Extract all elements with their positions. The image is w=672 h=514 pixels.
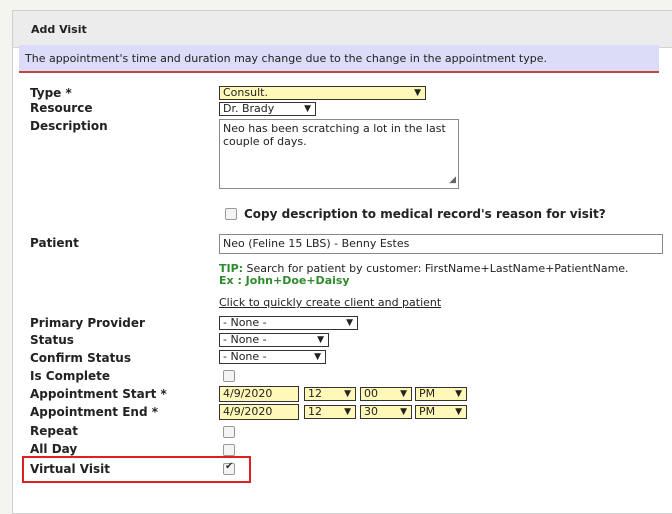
chevron-down-icon: ▼ <box>344 389 351 399</box>
start-minute-value: 00 <box>364 387 378 400</box>
chevron-down-icon: ▼ <box>344 407 351 417</box>
start-ampm-select[interactable]: PM ▼ <box>415 387 467 401</box>
panel-title: Add Visit <box>31 23 87 36</box>
confirm-status-select[interactable]: - None - ▼ <box>219 350 326 364</box>
end-date-value: 4/9/2020 <box>223 405 273 418</box>
description-text: Neo has been scratching a lot in the las… <box>223 122 446 148</box>
type-label: Type * <box>30 86 72 100</box>
notice-text: The appointment's time and duration may … <box>25 52 547 65</box>
resource-select[interactable]: Dr. Brady ▼ <box>219 102 316 116</box>
appointment-type-notice: The appointment's time and duration may … <box>19 45 659 73</box>
start-ampm-value: PM <box>419 387 436 400</box>
copy-description-label: Copy description to medical record's rea… <box>244 207 606 221</box>
end-hour-value: 12 <box>308 405 322 418</box>
primary-provider-value: - None - <box>223 316 267 329</box>
start-hour-select[interactable]: 12 ▼ <box>304 387 356 401</box>
appointment-end-label: Appointment End * <box>30 405 158 419</box>
chevron-down-icon: ▼ <box>346 318 353 328</box>
chevron-down-icon: ▼ <box>400 407 407 417</box>
end-date-input[interactable]: 4/9/2020 <box>219 404 299 420</box>
primary-provider-label: Primary Provider <box>30 316 145 330</box>
patient-value: Neo (Feline 15 LBS) - Benny Estes <box>223 237 410 250</box>
patient-input[interactable]: Neo (Feline 15 LBS) - Benny Estes <box>219 234 663 254</box>
appointment-start-label: Appointment Start * <box>30 387 167 401</box>
is-complete-label: Is Complete <box>30 369 111 383</box>
patient-label: Patient <box>30 236 79 250</box>
start-hour-value: 12 <box>308 387 322 400</box>
confirm-status-value: - None - <box>223 350 267 363</box>
type-value: Consult. <box>223 86 268 99</box>
tip-example: Ex : John+Doe+Daisy <box>219 274 350 287</box>
type-select[interactable]: Consult. ▼ <box>219 86 426 100</box>
is-complete-checkbox[interactable] <box>223 370 235 382</box>
create-client-patient-link[interactable]: Click to quickly create client and patie… <box>219 296 441 309</box>
chevron-down-icon: ▼ <box>455 407 462 417</box>
end-minute-value: 30 <box>364 405 378 418</box>
chevron-down-icon: ▼ <box>317 335 324 345</box>
start-date-input[interactable]: 4/9/2020 <box>219 386 299 402</box>
confirm-status-label: Confirm Status <box>30 351 131 365</box>
status-value: - None - <box>223 333 267 346</box>
start-minute-select[interactable]: 00 ▼ <box>360 387 412 401</box>
end-hour-select[interactable]: 12 ▼ <box>304 405 356 419</box>
status-select[interactable]: - None - ▼ <box>219 333 329 347</box>
chevron-down-icon: ▼ <box>400 389 407 399</box>
all-day-label: All Day <box>30 442 78 456</box>
virtual-visit-checkbox[interactable] <box>223 461 235 475</box>
status-label: Status <box>30 333 74 347</box>
end-ampm-value: PM <box>419 405 436 418</box>
end-ampm-select[interactable]: PM ▼ <box>415 405 467 419</box>
chevron-down-icon: ▼ <box>414 88 421 98</box>
virtual-visit-label: Virtual Visit <box>30 462 110 476</box>
all-day-checkbox[interactable] <box>223 444 235 456</box>
panel-header: Add Visit <box>13 11 672 48</box>
description-textarea[interactable]: Neo has been scratching a lot in the las… <box>219 119 459 189</box>
copy-description-checkbox[interactable] <box>225 208 237 220</box>
resource-label: Resource <box>30 101 93 115</box>
chevron-down-icon: ▼ <box>455 389 462 399</box>
end-minute-select[interactable]: 30 ▼ <box>360 405 412 419</box>
chevron-down-icon: ▼ <box>304 104 311 114</box>
resize-handle-icon[interactable]: ◢ <box>449 174 456 187</box>
description-label: Description <box>30 119 108 133</box>
repeat-checkbox[interactable] <box>223 426 235 438</box>
start-date-value: 4/9/2020 <box>223 387 273 400</box>
primary-provider-select[interactable]: - None - ▼ <box>219 316 358 330</box>
chevron-down-icon: ▼ <box>314 352 321 362</box>
resource-value: Dr. Brady <box>223 102 275 115</box>
repeat-label: Repeat <box>30 424 78 438</box>
